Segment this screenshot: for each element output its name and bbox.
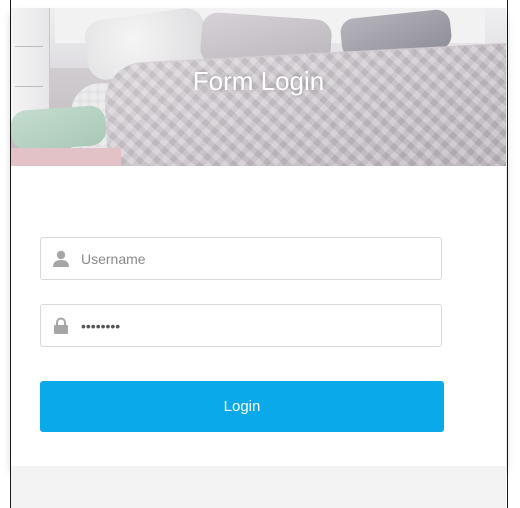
hero-cushion [11, 104, 108, 152]
lock-icon [53, 317, 69, 335]
user-icon [53, 250, 69, 268]
hero-rug [11, 148, 121, 166]
username-input[interactable] [81, 238, 431, 279]
username-field[interactable] [40, 237, 442, 280]
window-frame-right [507, 0, 520, 508]
page-title: Form Login [192, 66, 325, 96]
password-field[interactable] [40, 304, 442, 347]
login-button[interactable]: Login [40, 381, 444, 432]
hero-duvet [102, 42, 506, 166]
page-background [11, 466, 506, 508]
password-input[interactable] [81, 305, 431, 346]
window-frame-left [0, 0, 11, 508]
header-image: Form Login [11, 8, 506, 166]
login-card: Form Login Login [11, 8, 506, 466]
